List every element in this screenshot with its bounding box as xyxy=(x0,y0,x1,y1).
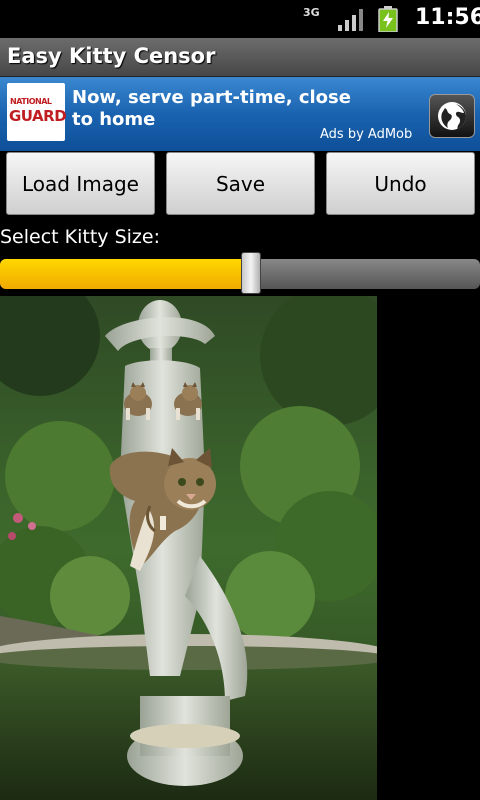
app-title-bar: Easy Kitty Censor xyxy=(0,38,480,77)
signal-icon xyxy=(338,9,363,31)
kitty-size-label: Select Kitty Size: xyxy=(0,226,160,248)
ad-logo-line2: GUARD xyxy=(9,107,67,125)
slider-thumb[interactable] xyxy=(240,252,261,294)
globe-icon xyxy=(438,102,466,130)
slider-fill xyxy=(0,259,250,289)
ad-globe-button[interactable] xyxy=(429,94,475,138)
ad-headline[interactable]: Now, serve part-time, close to home xyxy=(72,87,372,131)
app-title: Easy Kitty Censor xyxy=(7,44,216,68)
undo-button[interactable]: Undo xyxy=(326,152,475,215)
load-image-button[interactable]: Load Image xyxy=(6,152,155,215)
status-bar: 3G 11:56 xyxy=(0,0,480,38)
clock: 11:56 xyxy=(415,5,480,30)
kitty-size-slider[interactable] xyxy=(0,252,480,294)
image-canvas[interactable] xyxy=(0,296,377,800)
save-button[interactable]: Save xyxy=(166,152,315,215)
ad-logo-line1: NATIONAL xyxy=(10,97,52,106)
ad-attribution: Ads by AdMob xyxy=(320,127,413,142)
statue-photo xyxy=(0,296,377,800)
network-type: 3G xyxy=(303,6,320,19)
ad-banner[interactable]: NATIONAL GUARD Now, serve part-time, clo… xyxy=(0,77,480,151)
ad-logo[interactable]: NATIONAL GUARD xyxy=(7,83,67,141)
battery-charging-icon xyxy=(378,6,398,32)
